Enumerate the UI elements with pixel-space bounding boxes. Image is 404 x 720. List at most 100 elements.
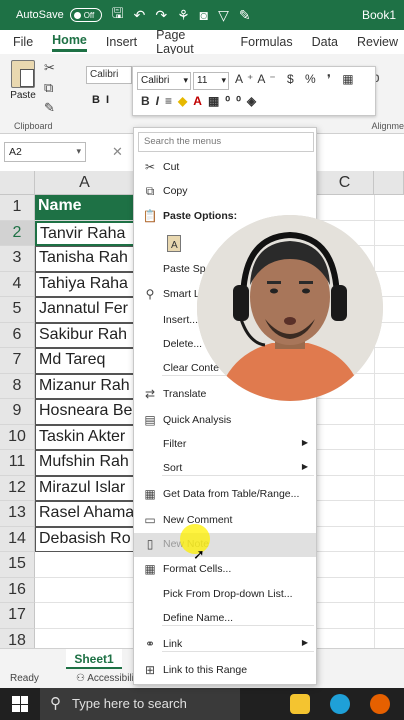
table-row[interactable]: Tanvir Raha (35, 220, 135, 246)
formula-cancel-icon[interactable]: ✕ (112, 144, 123, 160)
context-menu-search[interactable]: Search the menus (138, 132, 314, 152)
row-header-5[interactable]: 5 (0, 297, 35, 323)
comment-icon: ▭ (144, 513, 156, 527)
mini-font-select[interactable]: Calibri (137, 72, 191, 90)
format-painter-icon[interactable]: ✎ (44, 98, 55, 118)
menu-item-quick-analysis[interactable]: ▤ Quick Analysis (134, 409, 316, 433)
copy-icon[interactable]: ⧉ (44, 78, 55, 98)
tab-review[interactable]: Review (357, 35, 398, 49)
menu-item-label: Link to this Range (163, 664, 248, 676)
menu-item-link-to-range[interactable]: ⊞ Link to this Range (134, 659, 316, 683)
menu-item-label: Insert... (163, 314, 199, 326)
cut-icon[interactable]: ✂ (44, 58, 55, 78)
firefox-icon[interactable] (370, 694, 390, 714)
menu-item-label: Paste Options: (163, 210, 238, 222)
row-header-9[interactable]: 9 (0, 399, 35, 425)
menu-item-format-cells[interactable]: ▦ Format Cells... (134, 558, 316, 582)
table-row[interactable]: Mufshin Rah (35, 450, 135, 476)
menu-item-link[interactable]: ⚭ Link ▶ (134, 633, 316, 657)
table-row[interactable]: Hosneara Be (35, 399, 135, 425)
filter-icon[interactable]: ▽ (218, 7, 229, 24)
smart-lookup-icon: ⚲ (145, 287, 155, 301)
column-header-d[interactable] (374, 171, 404, 195)
menu-item-new-comment[interactable]: ▭ New Comment (134, 509, 316, 533)
table-row[interactable]: Jannatul Fer (35, 297, 135, 323)
menu-item-new-note[interactable]: ▯New Note (134, 533, 316, 557)
menu-item-label: Format Cells... (163, 563, 232, 575)
status-accessibility[interactable]: ⚇ Accessibili (76, 673, 134, 684)
row-header-12[interactable]: 12 (0, 475, 35, 501)
menu-item-get-data-from-table[interactable]: ▦ Get Data from Table/Range... (134, 483, 316, 507)
table-row[interactable]: Debasish Ro (35, 526, 135, 552)
paste-option-keep-source[interactable] (162, 232, 184, 254)
menu-separator (162, 625, 314, 626)
name-box[interactable]: A2 (4, 142, 86, 162)
column-header-c[interactable]: C (316, 171, 374, 195)
autosave-toggle[interactable]: Off (69, 8, 102, 22)
row-header-6[interactable]: 6 (0, 322, 35, 348)
tab-formulas[interactable]: Formulas (241, 35, 293, 49)
camera-icon[interactable]: ◙ (200, 7, 208, 23)
file-explorer-icon[interactable] (290, 694, 310, 714)
tab-home[interactable]: Home (52, 33, 87, 52)
row-header-2[interactable]: 2 (0, 220, 35, 246)
shapes-icon[interactable]: ⚘ (177, 7, 190, 24)
tab-file[interactable]: File (13, 35, 33, 49)
column-header-a[interactable]: A (35, 171, 135, 195)
mini-toolbar-row2-icons[interactable]: BI≡◆A▦⁰⁰◈ (141, 94, 262, 108)
menu-item-cut[interactable]: ✂ Cut (134, 156, 316, 180)
tab-insert[interactable]: Insert (106, 35, 137, 49)
table-row[interactable]: Rasel Ahama (35, 501, 135, 527)
row-header-7[interactable]: 7 (0, 348, 35, 374)
clipboard-small-icons: ✂ ⧉ ✎ (44, 58, 55, 118)
tab-page-layout[interactable]: Page Layout (156, 28, 221, 56)
table-icon: ▦ (144, 487, 156, 501)
menu-item-filter[interactable]: Filter ▶ (134, 433, 316, 457)
bold-italic-icons[interactable]: B I (92, 94, 109, 106)
mini-size-select[interactable]: 11 (193, 72, 229, 90)
table-row[interactable]: Taskin Akter (35, 424, 135, 450)
row-header-16[interactable]: 16 (0, 577, 35, 603)
table-row[interactable]: Sakibur Rah (35, 322, 135, 348)
row-header-14[interactable]: 14 (0, 526, 35, 552)
ribbon-tabs: File Home Insert Page Layout Formulas Da… (0, 28, 404, 56)
windows-start-icon[interactable] (12, 696, 28, 712)
ribbon-font-box[interactable]: Calibri (86, 66, 132, 84)
menu-item-pick-from-dropdown[interactable]: Pick From Drop-down List... (134, 583, 316, 607)
redo-icon[interactable]: ↷ (155, 7, 167, 24)
save-icon[interactable]: 🖫 (112, 3, 124, 27)
menu-item-sort[interactable]: Sort ▶ (134, 457, 316, 481)
note-icon: ▯ (146, 537, 154, 551)
menu-item-copy[interactable]: ⧉ Copy (134, 180, 316, 204)
row-header-15[interactable]: 15 (0, 552, 35, 578)
sheet-tab-sheet1[interactable]: Sheet1 (66, 649, 122, 669)
table-row[interactable]: Tahiya Raha (35, 271, 135, 297)
row-header-11[interactable]: 11 (0, 450, 35, 476)
undo-icon[interactable]: ↶ (134, 7, 146, 24)
row-header-3[interactable]: 3 (0, 246, 35, 272)
row-header-10[interactable]: 10 (0, 424, 35, 450)
webcam-overlay (197, 215, 383, 401)
select-all-corner[interactable] (0, 171, 35, 195)
row-header-13[interactable]: 13 (0, 501, 35, 527)
taskbar-search[interactable]: ⚲ Type here to search (40, 688, 240, 720)
paste-button[interactable]: Paste (8, 60, 38, 101)
table-row[interactable]: Md Tareq (35, 348, 135, 374)
row-header-17[interactable]: 17 (0, 603, 35, 629)
format-painter-icon[interactable]: ✎ (239, 7, 251, 24)
clipboard-group-label: Clipboard (14, 121, 53, 131)
table-row[interactable]: Tanisha Rah (35, 246, 135, 272)
mouse-pointer-icon: ➚ (193, 546, 205, 562)
row-header-4[interactable]: 4 (0, 271, 35, 297)
mini-toolbar-row1-icons[interactable]: A⁺A⁻ $ % ❜ ▦ (235, 72, 358, 86)
menu-item-define-name[interactable]: Define Name... (134, 607, 316, 631)
table-row[interactable]: Mirazul Islar (35, 475, 135, 501)
tab-data[interactable]: Data (312, 35, 338, 49)
cell-a1-header[interactable]: Name (35, 195, 135, 221)
table-row[interactable]: Mizanur Rah (35, 373, 135, 399)
row-header-8[interactable]: 8 (0, 373, 35, 399)
fill-color-icon: ◆ (178, 94, 194, 108)
row-header-1[interactable]: 1 (0, 195, 35, 221)
edge-icon[interactable] (330, 694, 350, 714)
menu-item-label: Delete... (163, 338, 203, 350)
